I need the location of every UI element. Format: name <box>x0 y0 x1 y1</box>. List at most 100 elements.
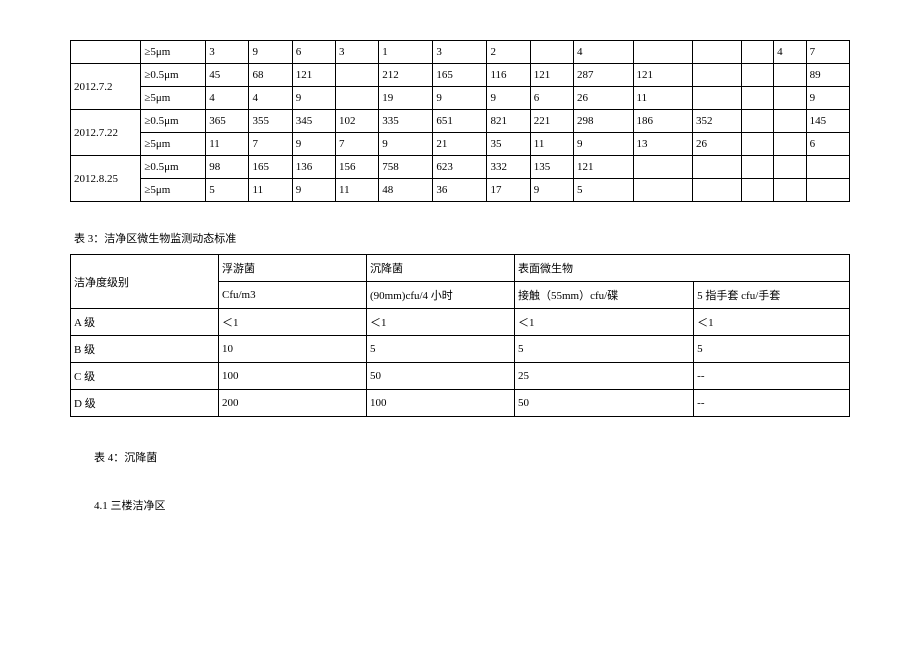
table-row: 2012.7.2 ≥0.5μm 45 68 121 212 165 116 12… <box>71 64 850 87</box>
cell: 11 <box>633 87 693 110</box>
cell: 100 <box>219 363 367 390</box>
table-row: C 级 100 50 25 -- <box>71 363 850 390</box>
header-cell: 浮游菌 <box>219 255 367 282</box>
cell: D 级 <box>71 390 219 417</box>
cell: 36 <box>433 179 487 202</box>
cell: 89 <box>806 64 849 87</box>
cell-date <box>71 41 141 64</box>
table-row: 2012.7.22 ≥0.5μm 365 355 345 102 335 651… <box>71 110 850 133</box>
cell <box>741 64 773 87</box>
cell: 98 <box>206 156 249 179</box>
cell: 4 <box>249 87 292 110</box>
cell: 165 <box>433 64 487 87</box>
cell <box>633 41 693 64</box>
cell: 758 <box>379 156 433 179</box>
cell <box>741 179 773 202</box>
cell: 45 <box>206 64 249 87</box>
cell: 156 <box>336 156 379 179</box>
cell <box>336 64 379 87</box>
cell: ＜1 <box>694 309 850 336</box>
cell-date: 2012.7.2 <box>71 64 141 110</box>
cell: 335 <box>379 110 433 133</box>
cell: 11 <box>336 179 379 202</box>
cell: 5 <box>694 336 850 363</box>
cell: 9 <box>487 87 530 110</box>
cell <box>774 64 806 87</box>
cell: 9 <box>379 133 433 156</box>
cell: 9 <box>292 133 335 156</box>
cell: 200 <box>219 390 367 417</box>
cell <box>741 133 773 156</box>
cell: 121 <box>633 64 693 87</box>
caption-section41: 4.1 三楼洁净区 <box>94 497 850 513</box>
cell <box>741 41 773 64</box>
cell-size: ≥0.5μm <box>141 110 206 133</box>
table-row: A 级 ＜1 ＜1 ＜1 ＜1 <box>71 309 850 336</box>
cell: 121 <box>574 156 634 179</box>
table-row: B 级 10 5 5 5 <box>71 336 850 363</box>
cell: 68 <box>249 64 292 87</box>
cell <box>774 87 806 110</box>
cell: 9 <box>574 133 634 156</box>
cell: 121 <box>530 64 573 87</box>
cell: ＜1 <box>219 309 367 336</box>
cell: B 级 <box>71 336 219 363</box>
cell <box>693 156 742 179</box>
table-row: ≥5μm 5 11 9 11 48 36 17 9 5 <box>71 179 850 202</box>
cell: 365 <box>206 110 249 133</box>
cell: 136 <box>292 156 335 179</box>
table-microbio-standard: 洁净度级别 浮游菌 沉降菌 表面微生物 Cfu/m3 (90mm)cfu/4 小… <box>70 254 850 417</box>
cell: 26 <box>574 87 634 110</box>
table-row: ≥5μm 3 9 6 3 1 3 2 4 4 7 <box>71 41 850 64</box>
table-row: D 级 200 100 50 -- <box>71 390 850 417</box>
cell: 287 <box>574 64 634 87</box>
cell: 26 <box>693 133 742 156</box>
cell: 25 <box>515 363 694 390</box>
cell: 7 <box>249 133 292 156</box>
cell <box>741 87 773 110</box>
header-cell: (90mm)cfu/4 小时 <box>367 282 515 309</box>
header-cell: 5 指手套 cfu/手套 <box>694 282 850 309</box>
cell: 9 <box>530 179 573 202</box>
cell: 3 <box>206 41 249 64</box>
header-cell: 接触（55mm）cfu/碟 <box>515 282 694 309</box>
cell: 5 <box>367 336 515 363</box>
header-cell: 洁净度级别 <box>71 255 219 309</box>
cell: 102 <box>336 110 379 133</box>
cell: 100 <box>367 390 515 417</box>
cell: 9 <box>249 41 292 64</box>
cell: 11 <box>206 133 249 156</box>
cell: 4 <box>574 41 634 64</box>
cell <box>774 133 806 156</box>
cell: ＜1 <box>515 309 694 336</box>
cell: 623 <box>433 156 487 179</box>
cell: 352 <box>693 110 742 133</box>
cell: 651 <box>433 110 487 133</box>
cell: 221 <box>530 110 573 133</box>
cell <box>530 41 573 64</box>
table-row: ≥5μm 4 4 9 19 9 9 6 26 11 9 <box>71 87 850 110</box>
cell: 10 <box>219 336 367 363</box>
cell: 332 <box>487 156 530 179</box>
cell: C 级 <box>71 363 219 390</box>
cell: -- <box>694 363 850 390</box>
cell: 1 <box>379 41 433 64</box>
cell: 2 <box>487 41 530 64</box>
cell: 6 <box>530 87 573 110</box>
cell: 3 <box>433 41 487 64</box>
caption-table4: 表 4：沉降菌 <box>94 449 850 465</box>
cell: 7 <box>806 41 849 64</box>
table-header-row: 洁净度级别 浮游菌 沉降菌 表面微生物 <box>71 255 850 282</box>
cell: 11 <box>249 179 292 202</box>
cell-date: 2012.7.22 <box>71 110 141 156</box>
cell <box>693 179 742 202</box>
table-particle-data: ≥5μm 3 9 6 3 1 3 2 4 4 7 2012.7.2 ≥0.5μm… <box>70 40 850 202</box>
cell <box>774 110 806 133</box>
cell-size: ≥5μm <box>141 179 206 202</box>
cell: 116 <box>487 64 530 87</box>
cell <box>693 87 742 110</box>
header-cell: Cfu/m3 <box>219 282 367 309</box>
table2-caption: 表 3：洁净区微生物监测动态标准 <box>74 230 850 246</box>
cell: 355 <box>249 110 292 133</box>
cell-size: ≥5μm <box>141 133 206 156</box>
